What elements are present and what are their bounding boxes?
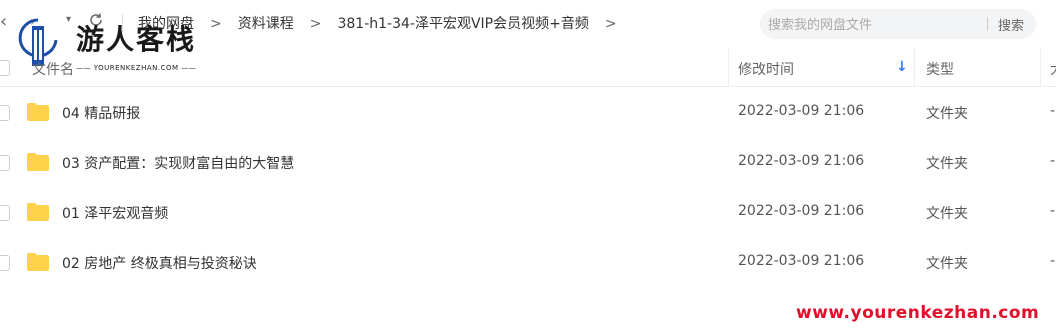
file-modified: 2022-03-09 21:06 [738, 253, 865, 269]
column-header-size[interactable]: 大 [1050, 59, 1056, 79]
file-type: 文件夹 [926, 206, 968, 222]
table-row[interactable]: 03 资产配置：实现财富自由的大智慧 2022-03-09 21:06 文件夹 … [0, 137, 1056, 187]
file-modified: 2022-03-09 21:06 [738, 103, 865, 119]
file-name[interactable]: 03 资产配置：实现财富自由的大智慧 [62, 153, 294, 173]
watermark-url: www.yourenkezhan.com [796, 303, 1040, 323]
row-checkbox[interactable] [0, 155, 10, 171]
file-size: - [1050, 153, 1056, 169]
file-name[interactable]: 01 泽平宏观音频 [62, 203, 168, 223]
back-icon[interactable]: ‹ [0, 10, 14, 34]
breadcrumb-separator[interactable]: > [605, 16, 617, 32]
search-divider [987, 17, 988, 31]
file-modified: 2022-03-09 21:06 [738, 203, 865, 219]
folder-icon [27, 203, 49, 221]
folder-icon [27, 103, 49, 121]
column-divider[interactable] [728, 48, 729, 86]
search-input[interactable] [766, 9, 980, 41]
table-header: 文件名 修改时间 ↓ 类型 大 [0, 48, 1056, 87]
file-name[interactable]: 02 房地产 终极真相与投资秘诀 [62, 253, 257, 273]
select-all-checkbox[interactable] [0, 60, 10, 76]
file-name[interactable]: 04 精品研报 [62, 103, 140, 123]
row-checkbox[interactable] [0, 105, 10, 121]
file-modified: 2022-03-09 21:06 [738, 153, 865, 169]
breadcrumb-separator: > [309, 16, 322, 32]
breadcrumb-item-current-folder[interactable]: 381-h1-34-泽平宏观VIP会员视频+音频 [337, 16, 588, 32]
column-divider[interactable] [1040, 48, 1041, 86]
sort-desc-icon[interactable]: ↓ [896, 59, 908, 75]
column-header-name[interactable]: 文件名 [32, 59, 74, 79]
breadcrumb-item-courses[interactable]: 资料课程 [238, 16, 294, 32]
column-divider[interactable] [914, 48, 915, 86]
file-size: - [1050, 253, 1056, 269]
folder-icon [27, 153, 49, 171]
file-size: - [1050, 203, 1056, 219]
column-header-type[interactable]: 类型 [926, 59, 954, 79]
file-type: 文件夹 [926, 256, 968, 272]
table-row[interactable]: 01 泽平宏观音频 2022-03-09 21:06 文件夹 - [0, 187, 1056, 237]
table-row[interactable]: 02 房地产 终极真相与投资秘诀 2022-03-09 21:06 文件夹 - [0, 237, 1056, 287]
search-button[interactable]: 搜索 [998, 15, 1024, 34]
row-checkbox[interactable] [0, 205, 10, 221]
table-row[interactable]: 04 精品研报 2022-03-09 21:06 文件夹 - [0, 87, 1056, 137]
row-checkbox[interactable] [0, 255, 10, 271]
file-type: 文件夹 [926, 156, 968, 172]
file-size: - [1050, 103, 1056, 119]
folder-icon [27, 253, 49, 271]
search-box: 搜索 [760, 9, 1036, 41]
column-header-modified[interactable]: 修改时间 [738, 59, 794, 79]
file-type: 文件夹 [926, 106, 968, 122]
